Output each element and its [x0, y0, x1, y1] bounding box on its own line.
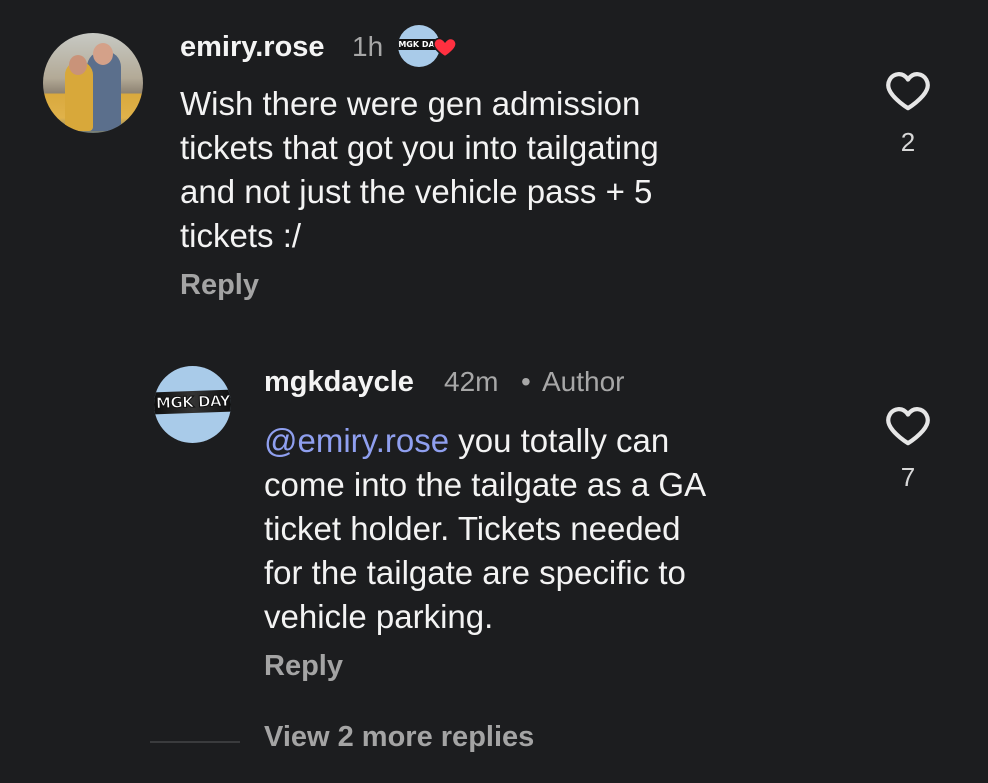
- comment-text: @emiry.rose you totally can come into th…: [264, 419, 864, 639]
- heart-icon[interactable]: [885, 70, 931, 112]
- avatar[interactable]: [43, 33, 143, 133]
- view-more-replies-button[interactable]: View 2 more replies: [264, 721, 534, 754]
- comment-username[interactable]: emiry.rose: [180, 31, 325, 64]
- like-count: 2: [900, 127, 916, 157]
- reply-button[interactable]: Reply: [180, 269, 259, 302]
- divider: [150, 741, 240, 743]
- reply-button[interactable]: Reply: [264, 650, 343, 683]
- comment-timestamp: 42m: [444, 366, 499, 397]
- meta-separator: •: [521, 366, 531, 397]
- avatar-logo: MGK DAY: [154, 389, 231, 415]
- comment-text: Wish there were gen admission tickets th…: [180, 85, 659, 254]
- comment-timestamp: 1h: [352, 31, 384, 62]
- mention-link[interactable]: @emiry.rose: [264, 422, 449, 459]
- author-label: Author: [542, 366, 625, 397]
- like-count: 7: [900, 462, 916, 492]
- heart-icon[interactable]: [885, 405, 931, 447]
- avatar[interactable]: MGK DAY: [154, 366, 231, 443]
- comment-username[interactable]: mgkdaycle: [264, 366, 414, 399]
- liked-by-author-heart-icon: [433, 37, 457, 58]
